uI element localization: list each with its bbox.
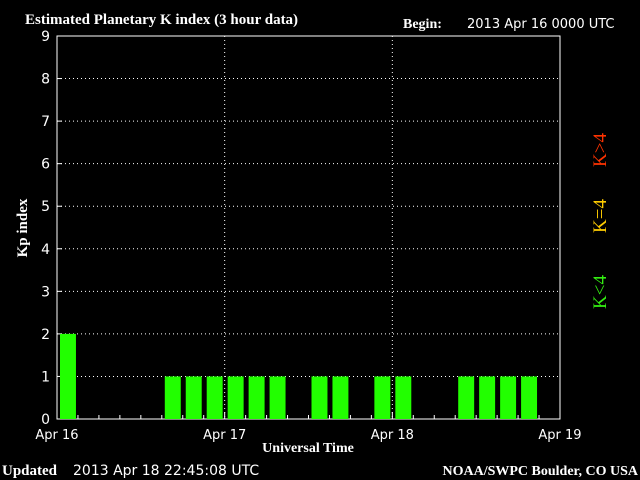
kp-bar [206,376,223,419]
kp-bar [164,376,181,419]
y-tick-label: 2 [41,327,50,343]
y-tick-label: 7 [41,114,50,130]
x-tick-label: Apr 18 [371,428,414,443]
x-tick-label: Apr 17 [203,428,246,443]
kp-bar [60,333,76,419]
updated-value: 2013 Apr 18 22:45:08 UTC [73,463,259,479]
y-tick-label: 6 [41,157,50,173]
y-tick-label: 8 [41,72,50,88]
kp-bar [227,376,244,419]
legend-k-equal-4: K=4 [590,199,611,233]
credit-text: NOAA/SWPC Boulder, CO USA [442,464,638,479]
x-tick-label: Apr 16 [35,428,78,443]
legend-k-greater-4: K>4 [590,133,611,167]
y-tick-label: 0 [41,412,50,428]
y-tick-label: 3 [41,284,50,300]
begin-value: 2013 Apr 16 0000 UTC [467,17,615,32]
kp-bar [458,376,475,419]
y-tick-label: 4 [41,242,50,258]
kp-bar [395,376,412,419]
begin-label: Begin: [403,17,442,32]
chart-title: Estimated Planetary K index (3 hour data… [25,12,298,28]
x-tick-label: Apr 19 [538,428,581,443]
kp-bar [185,376,202,419]
kp-bar [500,376,517,419]
kp-bar [374,376,391,419]
y-tick-label: 5 [41,199,50,215]
kp-bar [521,376,538,419]
y-tick-label: 1 [41,369,50,385]
kp-bar [248,376,265,419]
x-axis-label: Universal Time [262,441,354,456]
kp-bar [479,376,496,419]
kp-bar [332,376,349,419]
kp-bar [269,376,286,419]
y-axis-label: Kp index [15,198,31,257]
kp-bar [311,376,328,419]
y-tick-label: 9 [41,29,50,45]
legend-k-less-4: K<4 [590,275,611,309]
kp-index-chart: Estimated Planetary K index (3 hour data… [0,0,640,480]
updated-label: Updated [2,463,58,479]
